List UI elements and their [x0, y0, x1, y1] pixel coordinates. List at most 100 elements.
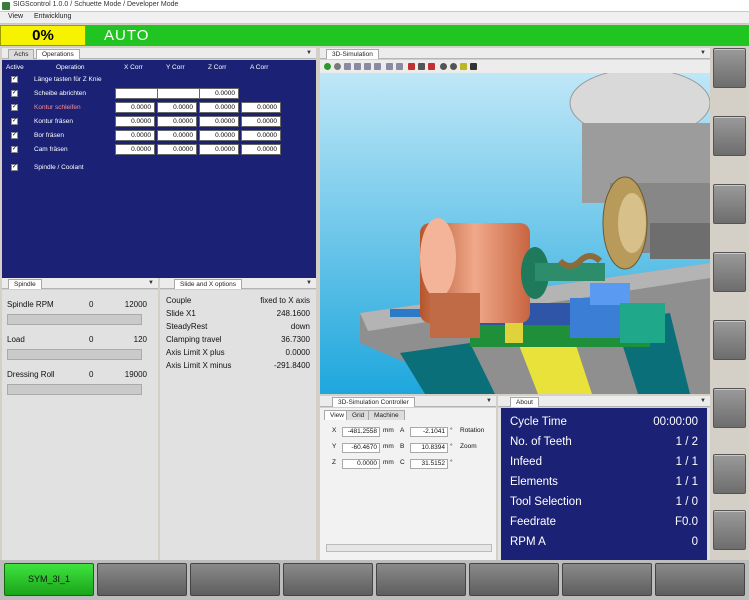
y-corr-field[interactable]: 0.0000 [157, 130, 197, 141]
function-key-bar: SYM_3I_1 [0, 560, 749, 600]
operation-row: ✓ Cam fräsen 0.0000 0.0000 0.0000 0.0000 [2, 143, 316, 157]
y-corr-field[interactable]: 0.0000 [157, 144, 197, 155]
color-icon[interactable] [460, 63, 467, 70]
softkey-right-2[interactable] [713, 116, 746, 156]
active-checkbox[interactable]: ✓ [11, 90, 18, 97]
operation-row: ✓ Spindle / Coolant [2, 161, 316, 175]
menu-view[interactable]: View [8, 13, 23, 20]
tab-operations[interactable]: Operations [36, 49, 80, 59]
spindle-rpm-bar [7, 314, 142, 325]
view-side-icon[interactable] [354, 63, 361, 70]
tab-3d-simulation[interactable]: 3D-Simulation [326, 49, 379, 59]
softkey-right-7[interactable] [713, 454, 746, 494]
z-corr-field[interactable]: 0.0000 [199, 144, 239, 155]
z-corr-field[interactable]: 0.0000 [199, 130, 239, 141]
chevron-down-icon[interactable]: ▼ [148, 280, 154, 286]
tab-slide-options[interactable]: Slide and X options [174, 279, 243, 289]
play-icon[interactable] [324, 63, 331, 70]
active-checkbox[interactable]: ✓ [11, 164, 18, 171]
about-tabbar: About ▼ [498, 396, 710, 407]
active-checkbox[interactable]: ✓ [11, 118, 18, 125]
tab-grid[interactable]: Grid [346, 410, 371, 420]
camera-icon[interactable] [470, 63, 477, 70]
x-corr-field[interactable]: 0.0000 [115, 116, 155, 127]
move-icon[interactable] [418, 63, 425, 70]
view-front-icon[interactable] [344, 63, 351, 70]
softkey-right-8[interactable] [713, 510, 746, 550]
coord-row: X -481.2558 mm A -2.1041 ° Rotation [320, 426, 496, 438]
active-checkbox[interactable]: ✓ [11, 104, 18, 111]
tab-sim-controller[interactable]: 3D-Simulation Controller [332, 397, 415, 407]
chevron-down-icon[interactable]: ▼ [306, 280, 312, 286]
softkey-bottom-4[interactable] [283, 563, 373, 596]
simulation-toolbar [320, 60, 710, 73]
zoom-label: Zoom [460, 443, 477, 450]
softkey-bottom-6[interactable] [469, 563, 559, 596]
slide-row: Axis Limit X plus 0.0000 [166, 348, 310, 357]
x-position-field[interactable]: -481.2558 [342, 427, 380, 437]
about-row: Infeed 1 / 1 [510, 456, 698, 474]
a-rotation-field[interactable]: -2.1041 [410, 427, 448, 437]
load-max: 120 [133, 335, 147, 344]
z-position-field[interactable]: 0.0000 [342, 459, 380, 469]
dressing-roll-label: Dressing Roll [7, 370, 55, 379]
a-corr-field[interactable]: 0.0000 [241, 116, 281, 127]
menu-entwicklung[interactable]: Entwicklung [34, 13, 71, 20]
view-top-icon[interactable] [364, 63, 371, 70]
softkey-bottom-3[interactable] [190, 563, 280, 596]
rotate-icon[interactable] [428, 63, 435, 70]
tab-machine[interactable]: Machine [368, 410, 405, 420]
chevron-down-icon[interactable]: ▼ [486, 398, 492, 404]
chevron-down-icon[interactable]: ▼ [306, 50, 312, 56]
z-corr-field[interactable]: 0.0000 [199, 102, 239, 113]
stop-icon[interactable] [334, 63, 341, 70]
x-corr-field[interactable]: 0.0000 [115, 130, 155, 141]
softkey-right-3[interactable] [713, 184, 746, 224]
record-icon[interactable] [408, 63, 415, 70]
active-checkbox[interactable]: ✓ [11, 146, 18, 153]
x-corr-field[interactable]: 0.0000 [115, 102, 155, 113]
c-rotation-field[interactable]: 31.5152 [410, 459, 448, 469]
softkey-right-5[interactable] [713, 320, 746, 360]
softkey-right-1[interactable] [713, 48, 746, 88]
a-corr-field[interactable]: 0.0000 [241, 130, 281, 141]
tab-achs[interactable]: Achs [8, 49, 35, 59]
horizontal-scrollbar[interactable] [326, 544, 492, 552]
axes-icon[interactable] [396, 63, 403, 70]
about-panel: Cycle Time 00:00:00 No. of Teeth 1 / 2 Inf… [498, 408, 710, 560]
active-checkbox[interactable]: ✓ [11, 76, 18, 83]
simulation-viewport[interactable] [320, 73, 710, 394]
y-corr-field[interactable]: 0.0000 [157, 116, 197, 127]
slide-label: SteadyRest [166, 322, 208, 331]
y-corr-field[interactable]: 0.0000 [157, 102, 197, 113]
active-checkbox[interactable]: ✓ [11, 132, 18, 139]
b-rotation-field[interactable]: 10.8394 [410, 443, 448, 453]
softkey-bottom-2[interactable] [97, 563, 187, 596]
a-corr-field[interactable]: 0.0000 [241, 144, 281, 155]
axis-label: C [400, 459, 405, 466]
softkey-bottom-8[interactable] [655, 563, 745, 596]
z-corr-field[interactable]: 0.0000 [199, 116, 239, 127]
zoom-out-icon[interactable] [450, 63, 457, 70]
unit-label: mm [383, 427, 394, 434]
axis-label: B [400, 443, 405, 450]
softkey-bottom-7[interactable] [562, 563, 652, 596]
x-corr-field[interactable]: 0.0000 [115, 144, 155, 155]
view-iso-icon[interactable] [374, 63, 381, 70]
unit-label: mm [383, 443, 394, 450]
about-row: RPM A 0 [510, 536, 698, 554]
softkey-sym[interactable]: SYM_3I_1 [4, 563, 94, 596]
softkey-right-4[interactable] [713, 252, 746, 292]
teeth-value: 1 / 2 [675, 436, 698, 448]
zoom-in-icon[interactable] [440, 63, 447, 70]
tab-spindle[interactable]: Spindle [8, 279, 42, 289]
chevron-down-icon[interactable]: ▼ [700, 398, 706, 404]
z-corr-field[interactable]: 0.0000 [199, 88, 239, 99]
tab-about[interactable]: About [510, 397, 539, 407]
y-position-field[interactable]: -60.4670 [342, 443, 380, 453]
softkey-bottom-5[interactable] [376, 563, 466, 596]
softkey-right-6[interactable] [713, 388, 746, 428]
a-corr-field[interactable]: 0.0000 [241, 102, 281, 113]
grid-icon[interactable] [386, 63, 393, 70]
chevron-down-icon[interactable]: ▼ [700, 50, 706, 56]
